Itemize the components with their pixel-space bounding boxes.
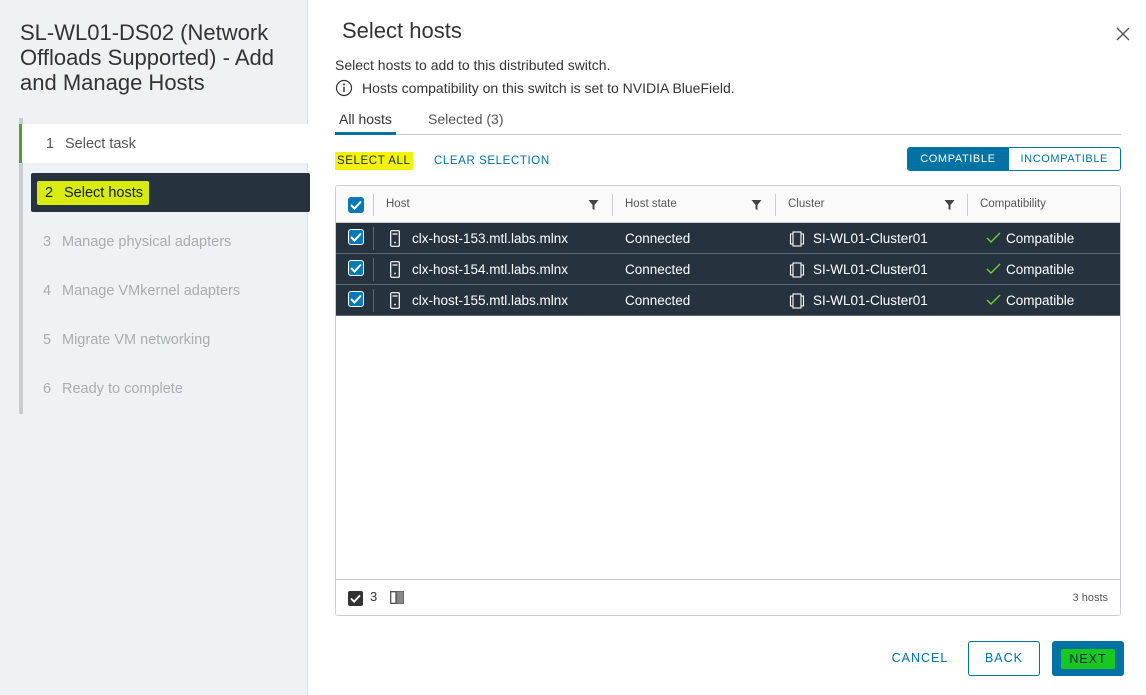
step-ready-to-complete: 6 Ready to complete xyxy=(19,369,312,408)
checkmark-icon xyxy=(350,294,362,304)
column-separator[interactable] xyxy=(967,194,968,216)
grid-header: Host Host state Cluster Compatibility xyxy=(336,186,1120,223)
compatible-filter-button[interactable]: COMPATIBLE xyxy=(908,148,1008,170)
step-number: 2 xyxy=(45,184,54,201)
page-subtitle: Select hosts to add to this distributed … xyxy=(335,57,611,73)
row-checkbox[interactable] xyxy=(348,260,364,276)
step-label: Select hosts xyxy=(64,184,143,201)
tab-all-hosts[interactable]: All hosts xyxy=(335,104,396,135)
host-name[interactable]: clx-host-154.mtl.labs.mlnx xyxy=(412,254,568,285)
compatibility-note: Hosts compatibility on this switch is se… xyxy=(335,79,735,97)
host-icon xyxy=(390,261,400,278)
step-label: Select task xyxy=(65,135,136,152)
column-header-host[interactable]: Host xyxy=(386,186,410,223)
wizard-steps: 1 Select task 2 Select hosts 3 Manage ph… xyxy=(19,118,312,414)
step-label: Manage physical adapters xyxy=(62,233,232,250)
row-checkbox[interactable] xyxy=(348,291,364,307)
clear-selection-button[interactable]: CLEAR SELECTION xyxy=(434,152,550,170)
step-select-task[interactable]: 1 Select task xyxy=(19,124,312,163)
filter-icon[interactable] xyxy=(944,199,955,211)
incompatible-filter-button[interactable]: INCOMPATIBLE xyxy=(1007,148,1120,170)
column-separator xyxy=(373,227,374,250)
step-number: 1 xyxy=(46,135,55,152)
column-header-cluster[interactable]: Cluster xyxy=(788,186,824,223)
table-row[interactable]: clx-host-153.mtl.labs.mlnx Connected SI-… xyxy=(336,223,1120,254)
host-state: Connected xyxy=(625,293,691,308)
next-button[interactable]: NEXT xyxy=(1052,641,1124,676)
wizard-title: SL-WL01-DS02 (Network Offloads Supported… xyxy=(20,20,274,95)
hosts-grid: Host Host state Cluster Compatibility cl… xyxy=(335,185,1121,616)
table-row[interactable]: clx-host-155.mtl.labs.mlnx Connected SI-… xyxy=(336,285,1120,316)
column-separator xyxy=(373,258,374,281)
grid-footer: 3 3 hosts xyxy=(336,579,1120,615)
wizard-main: Select hosts Select hosts to add to this… xyxy=(308,0,1146,695)
column-toggle-icon[interactable] xyxy=(390,591,404,604)
compatibility-filter-toggle: COMPATIBLE INCOMPATIBLE xyxy=(907,147,1121,171)
host-tabs: All hosts Selected (3) xyxy=(335,104,1121,135)
next-button-label: NEXT xyxy=(1061,648,1115,669)
column-header-compatibility[interactable]: Compatibility xyxy=(980,186,1046,223)
step-select-hosts[interactable]: 2 Select hosts xyxy=(31,173,310,212)
step-migrate-vm-networking: 5 Migrate VM networking xyxy=(19,320,312,359)
column-separator xyxy=(373,289,374,312)
checkmark-icon xyxy=(350,200,362,210)
step-label: Ready to complete xyxy=(62,380,183,397)
host-state: Connected xyxy=(625,262,691,277)
step-number: 6 xyxy=(43,380,52,397)
cluster-icon xyxy=(789,262,805,278)
close-icon xyxy=(1116,27,1130,41)
host-name[interactable]: clx-host-155.mtl.labs.mlnx xyxy=(412,285,568,316)
cluster-icon xyxy=(789,231,805,247)
back-button[interactable]: BACK xyxy=(968,641,1040,676)
page-title: Select hosts xyxy=(342,18,462,43)
selection-count: 3 xyxy=(370,589,378,604)
compatibility-status: Compatible xyxy=(1006,293,1075,308)
check-icon xyxy=(986,294,1001,305)
step-highlight: 2 Select hosts xyxy=(37,180,149,205)
check-icon xyxy=(986,232,1001,243)
check-icon xyxy=(986,263,1001,274)
step-number: 5 xyxy=(43,331,52,348)
column-separator xyxy=(373,194,374,216)
column-separator[interactable] xyxy=(775,194,776,216)
column-header-host-state[interactable]: Host state xyxy=(625,186,677,223)
select-all-button[interactable]: SELECT ALL xyxy=(335,152,413,170)
filter-icon[interactable] xyxy=(588,199,599,211)
compatibility-status: Compatible xyxy=(1006,231,1075,246)
cluster-name: SI-WL01-Cluster01 xyxy=(813,262,928,277)
host-icon xyxy=(390,230,400,247)
cancel-button[interactable]: CANCEL xyxy=(885,641,955,676)
cluster-icon xyxy=(789,293,805,309)
select-all-checkbox[interactable] xyxy=(348,197,364,213)
tab-selected-hosts[interactable]: Selected (3) xyxy=(424,104,507,135)
cluster-name: SI-WL01-Cluster01 xyxy=(813,293,928,308)
step-manage-physical-adapters: 3 Manage physical adapters xyxy=(19,222,312,261)
host-icon xyxy=(390,292,400,309)
host-state: Connected xyxy=(625,231,691,246)
step-manage-vmkernel-adapters: 4 Manage VMkernel adapters xyxy=(19,271,312,310)
column-separator[interactable] xyxy=(612,194,613,216)
table-row[interactable]: clx-host-154.mtl.labs.mlnx Connected SI-… xyxy=(336,254,1120,285)
step-label: Migrate VM networking xyxy=(62,331,211,348)
close-button[interactable] xyxy=(1114,24,1132,42)
compatibility-status: Compatible xyxy=(1006,262,1075,277)
checkmark-icon xyxy=(350,232,362,242)
cluster-name: SI-WL01-Cluster01 xyxy=(813,231,928,246)
filter-icon[interactable] xyxy=(751,199,762,211)
compatibility-note-text: Hosts compatibility on this switch is se… xyxy=(362,80,735,96)
info-icon xyxy=(335,79,353,97)
row-checkbox[interactable] xyxy=(348,229,364,245)
wizard-sidebar: SL-WL01-DS02 (Network Offloads Supported… xyxy=(0,0,312,695)
step-label: Manage VMkernel adapters xyxy=(62,282,241,299)
checkmark-icon xyxy=(350,594,361,603)
checkmark-icon xyxy=(350,263,362,273)
total-hosts: 3 hosts xyxy=(1072,592,1108,604)
step-number: 3 xyxy=(43,233,52,250)
host-name[interactable]: clx-host-153.mtl.labs.mlnx xyxy=(412,223,568,254)
step-number: 4 xyxy=(43,282,52,299)
selection-count-checkbox xyxy=(348,591,363,606)
